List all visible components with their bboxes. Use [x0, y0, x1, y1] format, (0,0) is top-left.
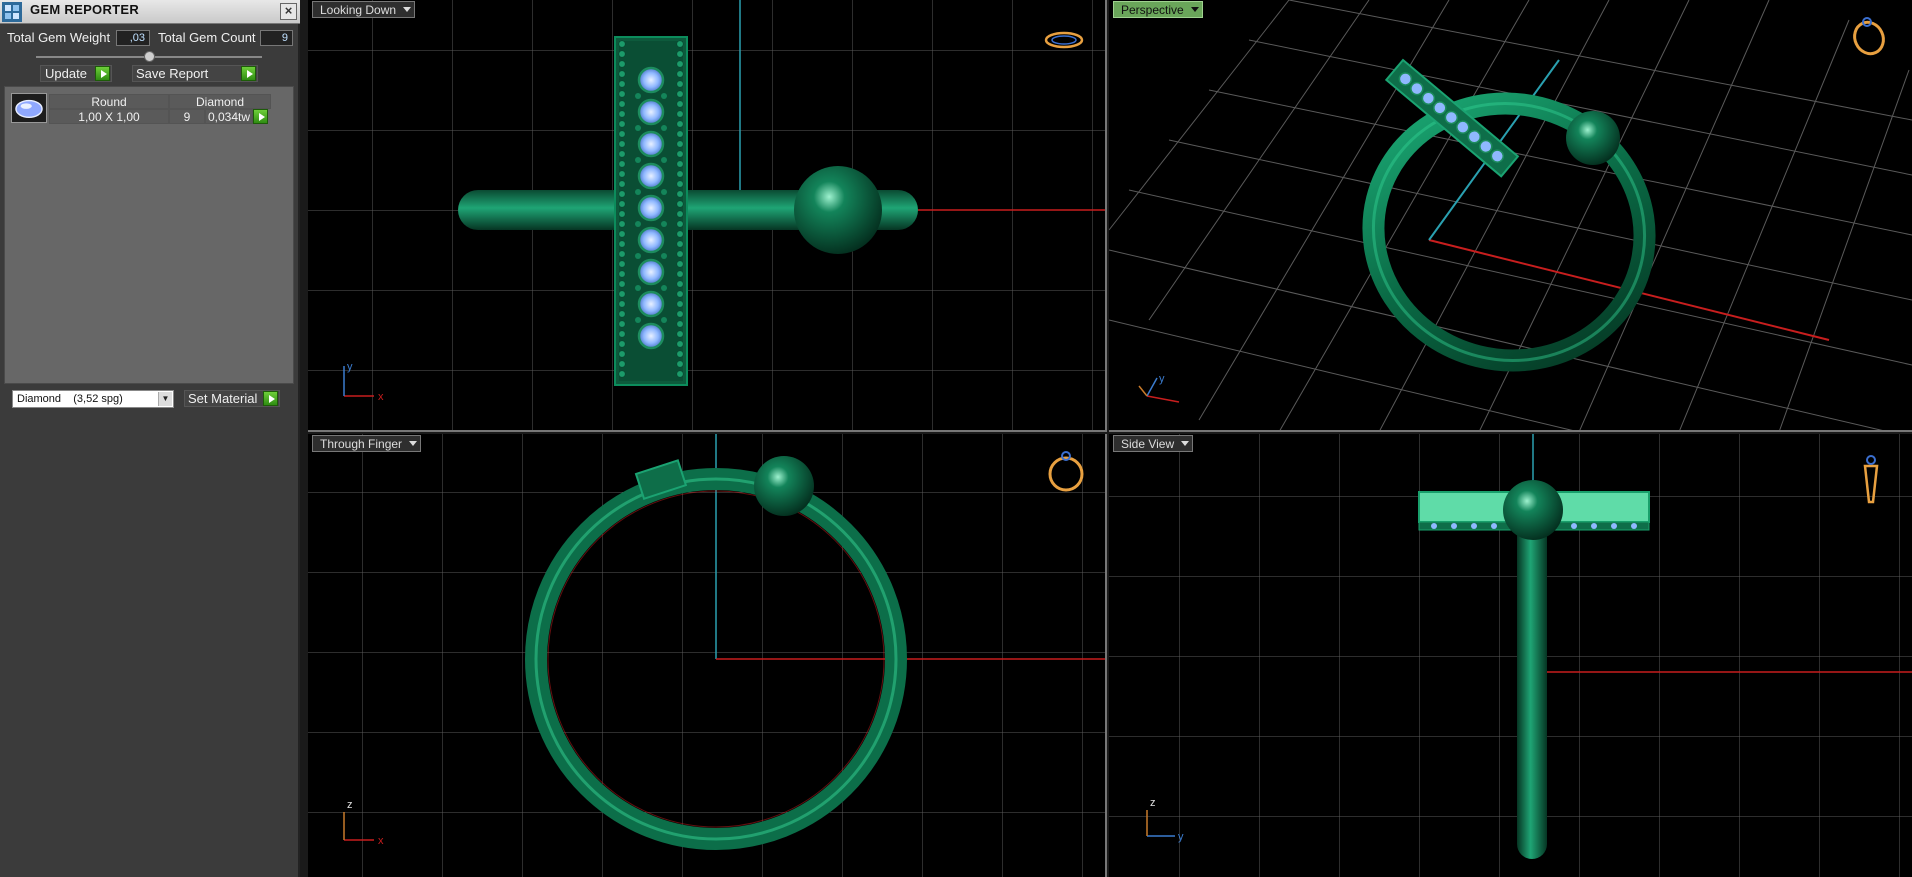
y-axis-label: y [1178, 831, 1184, 843]
save-report-go-icon[interactable] [241, 66, 256, 81]
select-gems-go-icon[interactable] [253, 109, 268, 124]
set-material-button[interactable]: Set Material [188, 391, 257, 406]
viewport-label-side-view[interactable]: Side View [1113, 435, 1194, 452]
total-gem-weight-value: ,03 [116, 30, 150, 46]
y-axis-label: y [1159, 373, 1165, 385]
viewport-side-view[interactable]: y z Side View [1109, 434, 1912, 877]
gem-count-cell: 9 [169, 109, 205, 124]
viewport-title: Looking Down [320, 3, 397, 17]
z-axis-label: z [1150, 797, 1156, 809]
x-axis-label: x [378, 835, 384, 847]
gem-list: Round Diamond 1,00 X 1,00 9 0,034tw [4, 86, 294, 384]
panel-title: GEM REPORTER [30, 2, 140, 17]
viewport-through-finger[interactable]: x z Through Finger [308, 434, 1107, 877]
viewport-title: Perspective [1121, 3, 1184, 17]
splitter-handle[interactable] [144, 51, 155, 62]
perspective-scene: y [1109, 0, 1912, 430]
update-go-icon[interactable] [95, 66, 110, 81]
gem-reporter-app-icon [2, 2, 22, 22]
x-axis-label: x [378, 391, 384, 403]
material-select[interactable]: Diamond (3,52 spg) ▼ [12, 390, 174, 408]
list-item[interactable]: Round Diamond 1,00 X 1,00 9 0,034tw [5, 87, 293, 127]
viewport-label-through-finger[interactable]: Through Finger [312, 435, 422, 452]
material-select-value: Diamond (3,52 spg) [17, 393, 123, 405]
close-icon[interactable]: × [280, 3, 297, 20]
z-axis-label: z [347, 799, 353, 811]
looking-down-scene: x y [308, 0, 1105, 430]
total-gem-count-label: Total Gem Count [158, 30, 256, 45]
viewport-perspective[interactable]: y Perspective [1109, 0, 1912, 432]
gem-reporter-panel: GEM REPORTER × Total Gem Weight ,03 Tota… [0, 0, 300, 877]
update-button[interactable]: Update [45, 66, 87, 81]
chevron-down-icon [403, 7, 412, 12]
viewport-looking-down[interactable]: x y Looking Down [308, 0, 1107, 432]
diamond-gems-top [637, 66, 665, 350]
total-gem-count-value: 9 [260, 30, 293, 46]
chevron-down-icon[interactable]: ▼ [158, 392, 172, 406]
chevron-down-icon [1190, 7, 1199, 12]
viewport-title: Through Finger [320, 437, 403, 451]
chevron-down-icon [409, 441, 418, 446]
set-material-go-icon[interactable] [263, 391, 278, 406]
total-gem-weight-label: Total Gem Weight [7, 30, 111, 45]
viewport-label-looking-down[interactable]: Looking Down [312, 1, 416, 18]
viewport-title: Side View [1121, 437, 1175, 451]
column-header-material: Diamond [169, 94, 271, 109]
gem-size-cell: 1,00 X 1,00 [49, 109, 169, 124]
panel-titlebar[interactable]: GEM REPORTER × [0, 0, 300, 24]
through-finger-scene: x z [308, 434, 1105, 877]
viewport-label-perspective[interactable]: Perspective [1113, 1, 1203, 18]
save-report-button[interactable]: Save Report [136, 66, 208, 81]
chevron-down-icon [1181, 441, 1190, 446]
column-header-shape: Round [49, 94, 169, 109]
side-view-scene: y z [1109, 434, 1912, 877]
ring-view-icon [1853, 17, 1885, 56]
round-diamond-thumbnail [11, 93, 47, 123]
gem-weight-cell: 0,034tw [205, 109, 253, 124]
y-axis-label: y [347, 361, 353, 373]
